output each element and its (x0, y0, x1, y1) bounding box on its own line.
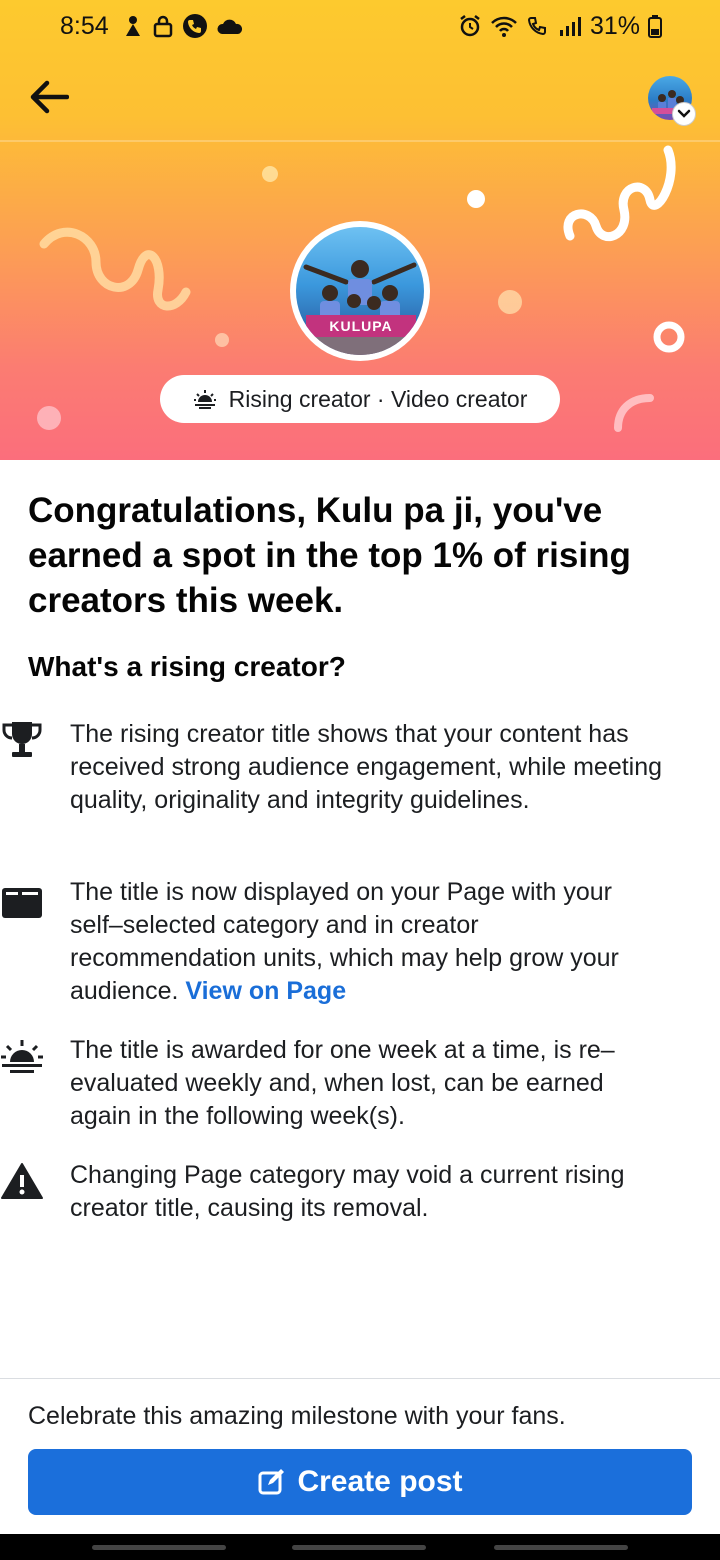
footer-text: Celebrate this amazing milestone with yo… (28, 1402, 566, 1430)
cloud-icon (217, 19, 243, 34)
footer-divider (0, 1378, 720, 1379)
notification-icon (126, 16, 140, 36)
status-notification-icons (122, 12, 244, 40)
header-divider (0, 140, 720, 142)
section-heading: What's a rising creator? (28, 651, 346, 682)
view-on-page-link[interactable]: View on Page (185, 977, 346, 1005)
battery-icon (648, 15, 662, 38)
trophy-icon (0, 720, 44, 760)
alarm-icon (460, 15, 480, 37)
status-time: 8:54 (60, 12, 109, 40)
profile-photo: KULUPA (296, 227, 424, 355)
chevron-down-icon (672, 102, 696, 126)
hero-banner: 8:54 31% KULUPA Rising creator · Video c… (0, 0, 720, 460)
back-button[interactable] (24, 72, 74, 122)
feature-text: The title is now displayed on your Page … (70, 876, 664, 1008)
edit-icon (258, 1469, 285, 1495)
page-title: Congratulations, Kulu pa ji, you've earn… (28, 491, 631, 620)
account-switcher[interactable] (648, 76, 698, 126)
sunrise-icon (193, 390, 216, 409)
sunrise-icon (0, 1036, 44, 1076)
main-content: Congratulations, Kulu pa ji, you've earn… (28, 488, 692, 683)
wifi-calling-icon (527, 17, 546, 36)
signal-icon (559, 17, 581, 36)
battery-percent: 31% (589, 11, 640, 40)
feature-text: The rising creator title shows that your… (70, 720, 663, 814)
back-arrow-icon (30, 80, 69, 114)
status-system-icons: 31% (458, 12, 662, 40)
feature-text: The title is awarded for one week at a t… (70, 1036, 615, 1130)
nav-home[interactable] (292, 1545, 426, 1550)
status-bar: 8:54 31% (0, 0, 720, 54)
create-post-label: Create post (297, 1465, 463, 1498)
feature-text: Changing Page category may void a curren… (70, 1161, 625, 1222)
lock-icon (153, 15, 173, 38)
warning-icon (0, 1161, 44, 1201)
nav-recents[interactable] (92, 1545, 226, 1550)
phone-call-icon (183, 14, 207, 38)
nav-back[interactable] (494, 1545, 628, 1550)
wifi-icon (491, 16, 517, 37)
system-nav-bar (0, 1534, 720, 1560)
create-post-button[interactable]: Create post (28, 1449, 692, 1515)
creator-badge-label: Rising creator · Video creator (228, 385, 528, 412)
profile-picture: KULUPA (290, 221, 430, 361)
page-icon (0, 878, 44, 918)
creator-badge: Rising creator · Video creator (160, 375, 560, 423)
profile-banner-text: KULUPA (306, 315, 416, 337)
